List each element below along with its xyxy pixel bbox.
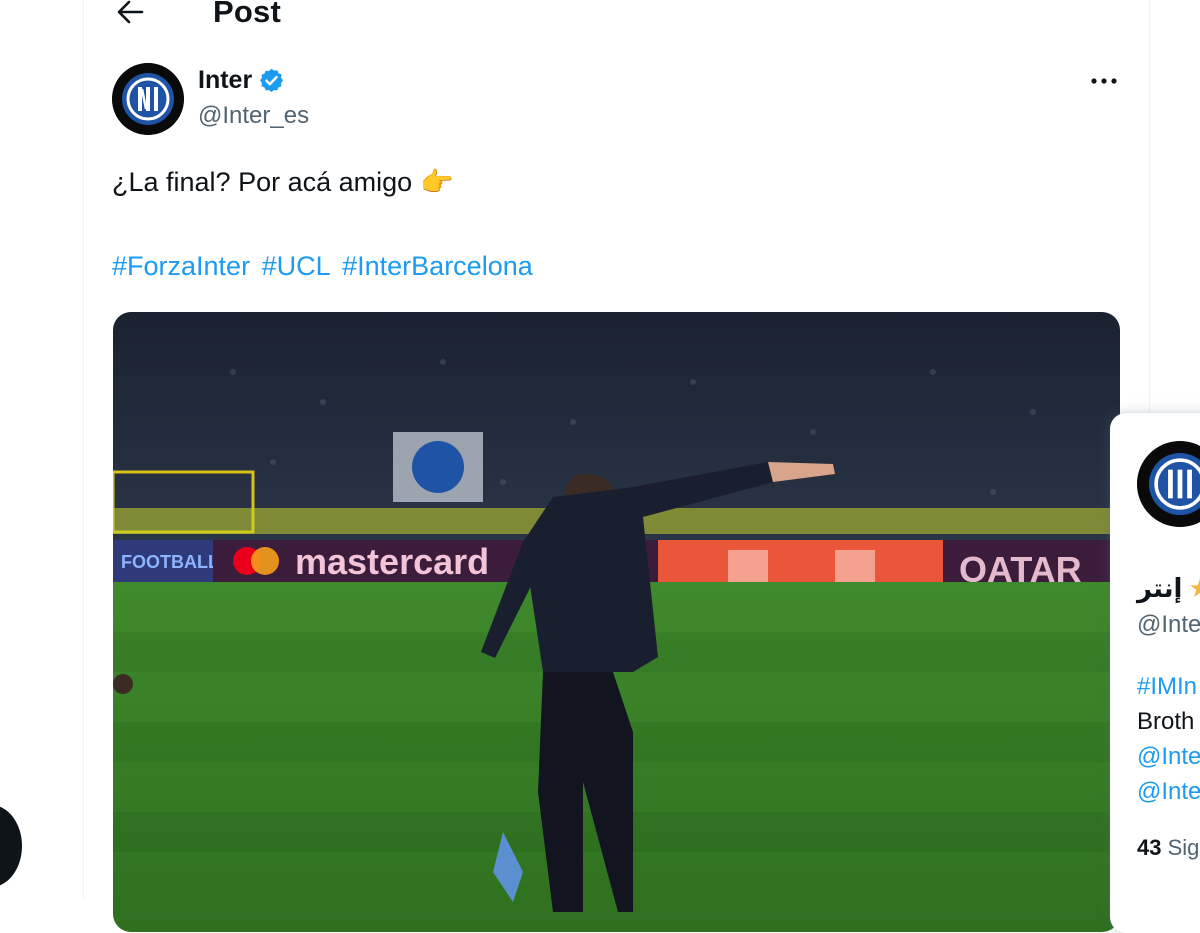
hover-card-handle[interactable]: @Inte <box>1137 611 1200 639</box>
hashtag-ucl[interactable]: #UCL <box>262 251 331 281</box>
bio-line-mention[interactable]: @Inte <box>1137 774 1200 809</box>
author-name-text: Inter <box>198 66 253 94</box>
verified-badge-icon <box>260 68 284 92</box>
page-title: Post <box>213 0 281 29</box>
more-options-icon <box>1091 78 1117 84</box>
inter-logo-icon <box>112 63 184 135</box>
hover-card-name-text: إنتر <box>1137 573 1183 603</box>
author-avatar[interactable] <box>112 63 184 135</box>
stadium-photo: FOOTBALL mastercard QATAR <box>113 312 1120 932</box>
post-media-photo[interactable]: FOOTBALL mastercard QATAR <box>113 312 1120 932</box>
hashtag-forzainter[interactable]: #ForzaInter <box>112 251 250 281</box>
bio-line-text: Broth <box>1137 708 1195 735</box>
post-text: ¿La final? Por acá amigo 👉 <box>112 166 454 198</box>
board-mastercard-text: mastercard <box>295 541 489 582</box>
back-arrow-icon <box>117 0 144 24</box>
pointing-hand-icon: 👉 <box>420 167 454 197</box>
board-football-text: FOOTBALL <box>121 552 219 572</box>
column-right-border <box>1149 0 1150 420</box>
author-handle[interactable]: @Inter_es <box>198 102 309 130</box>
hover-card-name[interactable]: إنتر ★ <box>1137 573 1200 604</box>
column-left-border <box>83 0 84 900</box>
star-icon: ★ <box>1188 573 1200 604</box>
hover-card-avatar[interactable] <box>1137 441 1200 527</box>
following-count: 43 <box>1137 835 1162 860</box>
more-options-button[interactable] <box>1084 66 1124 96</box>
bio-line-mention[interactable]: @Inte <box>1137 739 1200 774</box>
profile-hover-card: إنتر ★ @Inte #IMIn Broth @Inte @Inte 43 … <box>1110 413 1200 933</box>
inter-logo-icon <box>1137 441 1200 527</box>
hover-card-following[interactable]: 43 Sig <box>1137 835 1199 861</box>
hover-card-bio: #IMIn Broth @Inte @Inte <box>1137 669 1200 809</box>
post-body: ¿La final? Por acá amigo <box>112 166 413 197</box>
author-display-name[interactable]: Inter <box>198 66 285 95</box>
hashtag-interbarcelona[interactable]: #InterBarcelona <box>342 251 533 281</box>
back-button[interactable] <box>110 0 150 32</box>
bio-line-hashtag[interactable]: #IMIn <box>1137 669 1200 704</box>
post-hashtags: #ForzaInter #UCL #InterBarcelona <box>112 251 537 282</box>
floating-action-button[interactable] <box>0 805 22 887</box>
following-label: Sig <box>1167 835 1200 860</box>
